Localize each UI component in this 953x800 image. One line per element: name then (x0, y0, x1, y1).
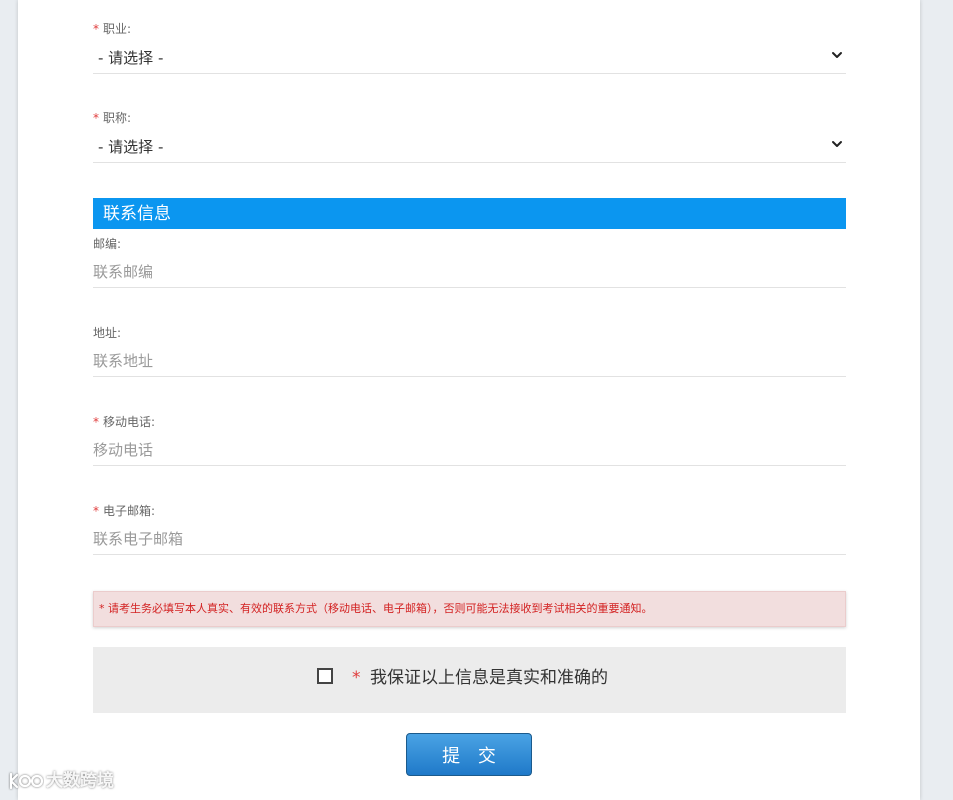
postcode-box (93, 257, 846, 288)
required-mark: * (93, 504, 99, 518)
chevron-down-icon (832, 52, 842, 58)
address-box (93, 346, 846, 377)
occupation-selected-value: - 请选择 - (98, 49, 164, 67)
section-title: 联系信息 (103, 204, 171, 224)
chevron-down-icon (832, 141, 842, 147)
agreement-panel: * 我保证以上信息是真实和准确的 (93, 647, 846, 713)
postcode-label: 邮编: (93, 237, 122, 251)
address-input[interactable] (93, 346, 846, 376)
occupation-label: * 职业: (93, 21, 131, 37)
email-box (93, 524, 846, 555)
submit-button[interactable]: 提 交 (406, 733, 532, 776)
agreement-text[interactable]: 我保证以上信息是真实和准确的 (370, 667, 608, 689)
title-label-text: 职称: (103, 111, 132, 125)
required-mark: * (352, 668, 361, 688)
occupation-label-text: 职业: (103, 22, 132, 36)
email-label-text: 电子邮箱: (103, 504, 156, 518)
required-mark: * (93, 415, 99, 429)
mobile-input[interactable] (93, 435, 846, 465)
contact-notice: * 请考生务必填写本人真实、有效的联系方式（移动电话、电子邮箱），否则可能无法接… (93, 591, 846, 627)
required-mark: * (93, 111, 99, 125)
title-selected-value: - 请选择 - (98, 138, 164, 156)
email-label: * 电子邮箱: (93, 503, 155, 519)
mobile-label-text: 移动电话: (103, 415, 156, 429)
agreement-checkbox[interactable] (317, 668, 333, 684)
title-select[interactable]: - 请选择 - (93, 132, 846, 163)
logo-icon (9, 772, 44, 790)
contact-section-header: 联系信息 (93, 198, 846, 229)
title-label: * 职称: (93, 110, 131, 126)
mobile-box (93, 435, 846, 466)
email-input[interactable] (93, 524, 846, 554)
postcode-input[interactable] (93, 257, 846, 287)
watermark-text: 大数跨境 (46, 771, 114, 791)
notice-text: * 请考生务必填写本人真实、有效的联系方式（移动电话、电子邮箱），否则可能无法接… (99, 602, 653, 615)
mobile-label: * 移动电话: (93, 414, 155, 430)
required-mark: * (93, 22, 99, 36)
occupation-select[interactable]: - 请选择 - (93, 43, 846, 74)
page-card: * 职业: - 请选择 - * 职称: - 请选择 - 联系信息 邮编: 联系邮… (18, 0, 920, 800)
address-label: 地址: (93, 326, 122, 340)
